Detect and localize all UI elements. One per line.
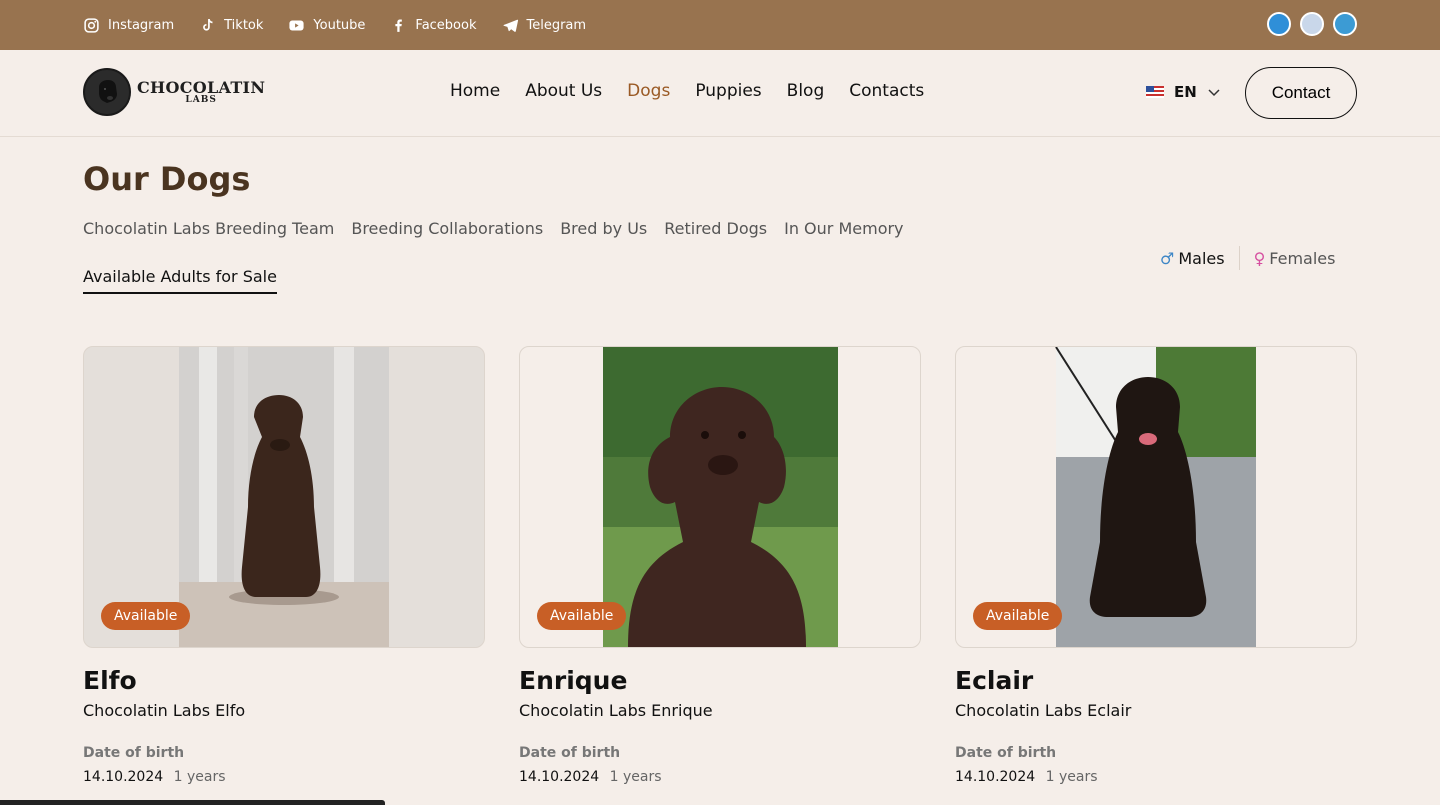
tab-breeding-collaborations[interactable]: Breeding Collaborations xyxy=(351,219,543,238)
main-navigation: CHOCOLATIN LABS Home About Us Dogs Puppi… xyxy=(0,50,1440,137)
social-link-youtube[interactable]: Youtube xyxy=(288,17,365,34)
dob-row: 14.10.2024 1 years xyxy=(83,769,485,785)
nav-home[interactable]: Home xyxy=(450,81,500,101)
dog-age: 1 years xyxy=(1045,769,1098,785)
labrador-logo-icon xyxy=(83,68,131,116)
social-topbar: Instagram Tiktok Youtube Facebook Telegr… xyxy=(0,0,1440,50)
female-symbol-icon: ♀ xyxy=(1253,248,1266,268)
gender-filter: ♂ Males ♀ Females xyxy=(1160,246,1335,270)
availability-badge: Available xyxy=(101,602,191,630)
language-selector[interactable]: EN xyxy=(1146,83,1221,101)
kennel-club-badge-icon[interactable] xyxy=(1300,12,1324,36)
social-label: Instagram xyxy=(108,17,175,33)
dog-age: 1 years xyxy=(609,769,662,785)
tab-bred-by-us[interactable]: Bred by Us xyxy=(560,219,647,238)
nav-dogs[interactable]: Dogs xyxy=(627,81,670,101)
chevron-down-icon xyxy=(1208,89,1220,97)
fci-badge-icon[interactable] xyxy=(1267,12,1291,36)
dog-card[interactable]: Available Eclair Chocolatin Labs Eclair … xyxy=(955,346,1357,785)
nav-menu: Home About Us Dogs Puppies Blog Contacts xyxy=(450,81,949,101)
nav-puppies[interactable]: Puppies xyxy=(695,81,761,101)
dog-name[interactable]: Enrique xyxy=(519,666,921,695)
logo-wordmark: CHOCOLATIN LABS xyxy=(137,77,266,105)
filter-females-label: Females xyxy=(1269,248,1336,268)
filter-divider xyxy=(1238,246,1240,270)
dob-label: Date of birth xyxy=(83,745,185,761)
dog-full-name: Chocolatin Labs Eclair xyxy=(955,701,1132,720)
dog-full-name: Chocolatin Labs Enrique xyxy=(519,701,713,720)
social-label: Youtube xyxy=(313,17,366,33)
browser-bottom-bar xyxy=(0,800,385,805)
dog-age: 1 years xyxy=(173,769,226,785)
dog-photo[interactable]: Available xyxy=(519,346,921,648)
dog-name[interactable]: Elfo xyxy=(83,666,485,695)
facebook-icon xyxy=(395,19,403,32)
male-symbol-icon: ♂ xyxy=(1160,248,1175,268)
association-badges xyxy=(1258,12,1357,36)
nav-about-us[interactable]: About Us xyxy=(525,81,602,101)
dog-photo[interactable]: Available xyxy=(955,346,1357,648)
us-flag-icon xyxy=(1146,86,1164,98)
social-link-instagram[interactable]: Instagram xyxy=(83,17,174,34)
dogs-category-tabs: Chocolatin Labs Breeding Team Breeding C… xyxy=(83,219,921,294)
site-logo[interactable]: CHOCOLATIN LABS xyxy=(83,68,265,116)
logo-main-text: CHOCOLATIN xyxy=(137,77,266,97)
social-link-facebook[interactable]: Facebook xyxy=(390,17,477,34)
social-label: Tiktok xyxy=(224,17,264,33)
logo-sub-text: LABS xyxy=(185,94,217,105)
dob-value: 14.10.2024 xyxy=(519,769,600,785)
nav-blog[interactable]: Blog xyxy=(787,81,825,101)
instagram-icon xyxy=(84,17,99,33)
dob-value: 14.10.2024 xyxy=(955,769,1036,785)
dob-label: Date of birth xyxy=(955,745,1057,761)
tab-retired-dogs[interactable]: Retired Dogs xyxy=(664,219,767,238)
telegram-icon xyxy=(502,19,518,32)
social-links: Instagram Tiktok Youtube Facebook Telegr… xyxy=(83,17,611,34)
dog-card[interactable]: Available Elfo Chocolatin Labs Elfo Date… xyxy=(83,346,485,785)
tab-breeding-team[interactable]: Chocolatin Labs Breeding Team xyxy=(83,219,334,238)
youtube-icon xyxy=(289,20,304,30)
dob-row: 14.10.2024 1 years xyxy=(519,769,921,785)
dob-row: 14.10.2024 1 years xyxy=(955,769,1357,785)
dog-card[interactable]: Available Enrique Chocolatin Labs Enriqu… xyxy=(519,346,921,785)
social-label: Facebook xyxy=(415,17,477,33)
page-title: Our Dogs xyxy=(83,160,251,198)
dob-label: Date of birth xyxy=(519,745,621,761)
nav-contacts[interactable]: Contacts xyxy=(849,81,924,101)
filter-males-label: Males xyxy=(1178,248,1225,268)
tiktok-icon xyxy=(203,18,213,31)
dob-value: 14.10.2024 xyxy=(83,769,164,785)
social-label: Telegram xyxy=(526,17,587,33)
availability-badge: Available xyxy=(537,602,627,630)
contact-button[interactable]: Contact xyxy=(1245,67,1357,119)
availability-badge: Available xyxy=(973,602,1063,630)
breed-club-badge-icon[interactable] xyxy=(1333,12,1357,36)
dog-photo[interactable]: Available xyxy=(83,346,485,648)
social-link-tiktok[interactable]: Tiktok xyxy=(199,17,263,34)
filter-males[interactable]: ♂ Males xyxy=(1160,249,1225,268)
tab-in-our-memory[interactable]: In Our Memory xyxy=(784,219,903,238)
social-link-telegram[interactable]: Telegram xyxy=(502,17,587,34)
filter-females[interactable]: ♀ Females xyxy=(1254,249,1336,268)
dog-name[interactable]: Eclair xyxy=(955,666,1357,695)
dog-full-name: Chocolatin Labs Elfo xyxy=(83,701,246,720)
language-code: EN xyxy=(1174,83,1197,101)
tab-available-adults[interactable]: Available Adults for Sale xyxy=(83,267,277,294)
